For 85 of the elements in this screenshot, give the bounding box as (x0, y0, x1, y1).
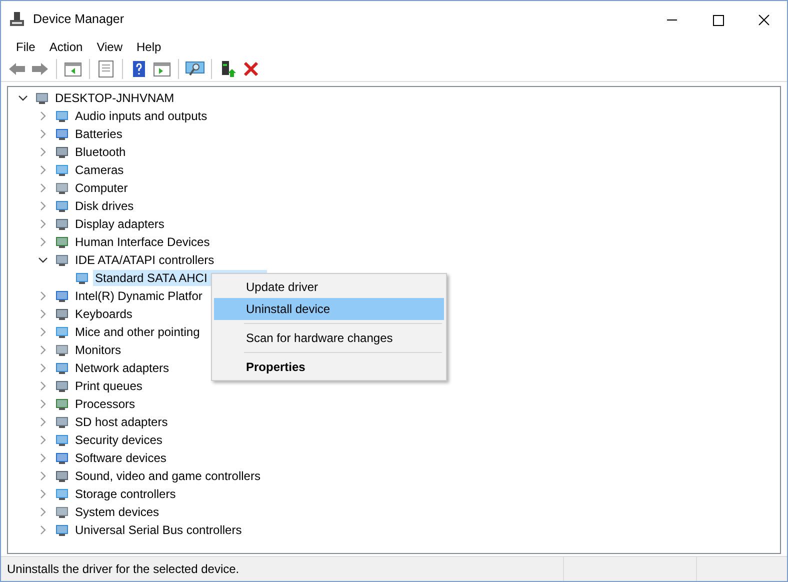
tree-item[interactable]: Computer (73, 180, 130, 196)
device-icon (54, 216, 70, 232)
menu-item[interactable]: View (90, 40, 130, 54)
menu-item[interactable]: File (9, 40, 42, 54)
tree-item[interactable]: Cameras (73, 162, 126, 178)
tree-item[interactable]: Software devices (73, 450, 168, 466)
tree-item[interactable]: Batteries (73, 126, 124, 142)
device-icon (54, 486, 70, 502)
device-icon (54, 126, 70, 142)
properties-icon[interactable] (96, 59, 116, 79)
expand-chevron-icon[interactable] (38, 525, 48, 535)
device-icon (54, 504, 70, 520)
expand-chevron-icon[interactable] (38, 345, 48, 355)
tree-item[interactable]: Intel(R) Dynamic Platfor (73, 288, 204, 304)
device-icon (54, 396, 70, 412)
tree-item[interactable]: Processors (73, 396, 138, 412)
tree-item[interactable]: SD host adapters (73, 414, 170, 430)
expand-chevron-icon[interactable] (38, 471, 48, 481)
expand-chevron-icon[interactable] (38, 309, 48, 319)
tree-item[interactable]: Universal Serial Bus controllers (73, 522, 244, 538)
tree-item[interactable]: Monitors (73, 342, 124, 358)
delete-icon[interactable] (241, 59, 261, 79)
expand-chevron-icon[interactable] (38, 201, 48, 211)
expand-chevron-icon[interactable] (38, 399, 48, 409)
device-icon (54, 198, 70, 214)
tree-item[interactable]: IDE ATA/ATAPI controllers (73, 252, 216, 268)
device-icon (54, 180, 70, 196)
tree-item[interactable]: Mice and other pointing (73, 324, 202, 340)
device-icon (54, 144, 70, 160)
tree-item[interactable]: DESKTOP-JNHVNAM (53, 90, 176, 106)
menu-item[interactable]: Action (42, 40, 90, 54)
device-icon (74, 270, 90, 286)
expand-chevron-icon[interactable] (38, 129, 48, 139)
collapse-chevron-icon[interactable] (18, 93, 28, 103)
expand-chevron-icon[interactable] (38, 147, 48, 157)
device-icon (54, 378, 70, 394)
status-text: Uninstalls the driver for the selected device. (6, 562, 240, 576)
expand-chevron-icon[interactable] (38, 507, 48, 517)
context-menu-item[interactable]: Properties (214, 356, 444, 378)
context-menu-item[interactable]: Uninstall device (214, 298, 444, 320)
menu-item[interactable]: Help (130, 40, 168, 54)
tree-item[interactable]: Security devices (73, 432, 164, 448)
device-icon (54, 252, 70, 268)
tree-item[interactable]: Display adapters (73, 216, 166, 232)
device-icon (54, 162, 70, 178)
device-icon (54, 360, 70, 376)
tree-item[interactable]: Storage controllers (73, 486, 178, 502)
tree-item[interactable]: System devices (73, 504, 162, 520)
expand-chevron-icon[interactable] (38, 291, 48, 301)
device-icon (54, 432, 70, 448)
collapse-chevron-icon[interactable] (38, 255, 48, 265)
device-icon (54, 108, 70, 124)
expand-chevron-icon[interactable] (38, 381, 48, 391)
computer-icon (9, 11, 25, 27)
device-icon (54, 306, 70, 322)
device-icon (34, 90, 50, 106)
expand-chevron-icon[interactable] (38, 183, 48, 193)
device-icon (54, 522, 70, 538)
device-icon (54, 234, 70, 250)
expand-chevron-icon[interactable] (38, 165, 48, 175)
expand-chevron-icon[interactable] (38, 453, 48, 463)
tree-item[interactable]: Disk drives (73, 198, 136, 214)
expand-chevron-icon[interactable] (38, 219, 48, 229)
tree-item[interactable]: Human Interface Devices (73, 234, 212, 250)
tree-item[interactable]: Audio inputs and outputs (73, 108, 210, 124)
expand-chevron-icon[interactable] (38, 363, 48, 373)
device-icon (54, 414, 70, 430)
expand-chevron-icon[interactable] (38, 111, 48, 121)
expand-chevron-icon[interactable] (38, 327, 48, 337)
tree-item[interactable]: Bluetooth (73, 144, 128, 160)
expand-chevron-icon[interactable] (38, 237, 48, 247)
device-icon (54, 342, 70, 358)
tree-item[interactable]: Print queues (73, 378, 144, 394)
tree-item[interactable]: Keyboards (73, 306, 134, 322)
device-icon (54, 288, 70, 304)
tree-item[interactable]: Network adapters (73, 360, 172, 376)
context-menu-item[interactable]: Scan for hardware changes (214, 327, 444, 349)
expand-chevron-icon[interactable] (38, 489, 48, 499)
expand-chevron-icon[interactable] (38, 435, 48, 445)
expand-chevron-icon[interactable] (38, 417, 48, 427)
device-icon (54, 324, 70, 340)
tree-item[interactable]: Sound, video and game controllers (73, 468, 262, 484)
device-icon (54, 468, 70, 484)
device-icon (54, 450, 70, 466)
window-title: Device Manager (33, 12, 124, 26)
